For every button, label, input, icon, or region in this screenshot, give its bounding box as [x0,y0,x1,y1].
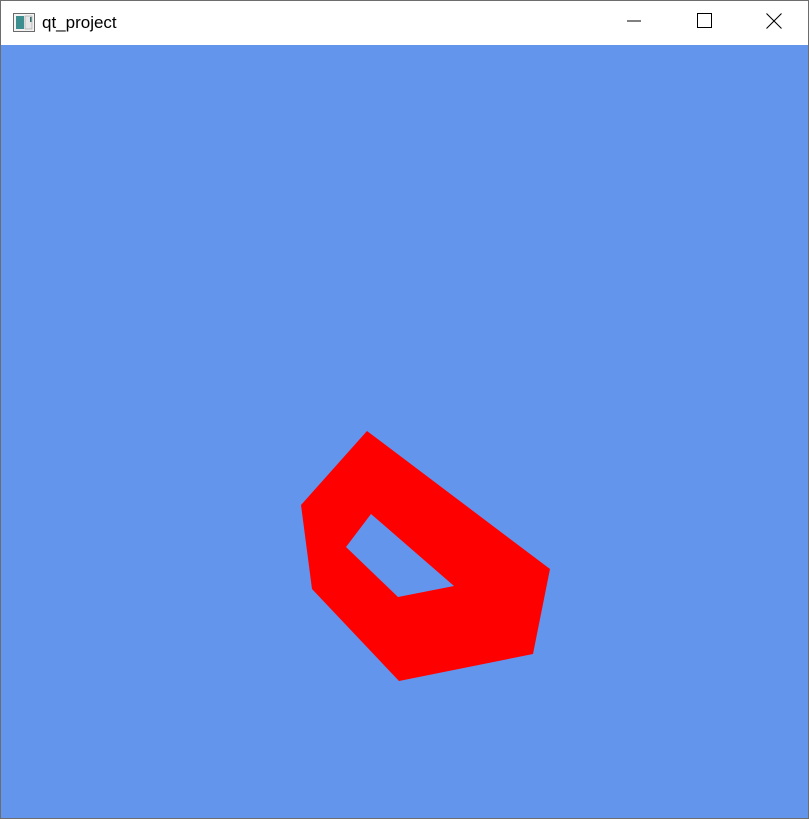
window-title: qt_project [42,13,117,32]
app-window: qt_project [0,0,809,819]
close-icon [766,12,782,34]
close-button[interactable] [739,1,808,45]
title-bar[interactable]: qt_project [1,1,808,45]
canvas-background [1,45,808,818]
minimize-button[interactable] [599,1,669,45]
maximize-icon [696,13,712,33]
maximize-button[interactable] [669,1,739,45]
opengl-canvas[interactable] [1,45,808,818]
app-icon [13,13,35,32]
minimize-icon [627,14,641,33]
